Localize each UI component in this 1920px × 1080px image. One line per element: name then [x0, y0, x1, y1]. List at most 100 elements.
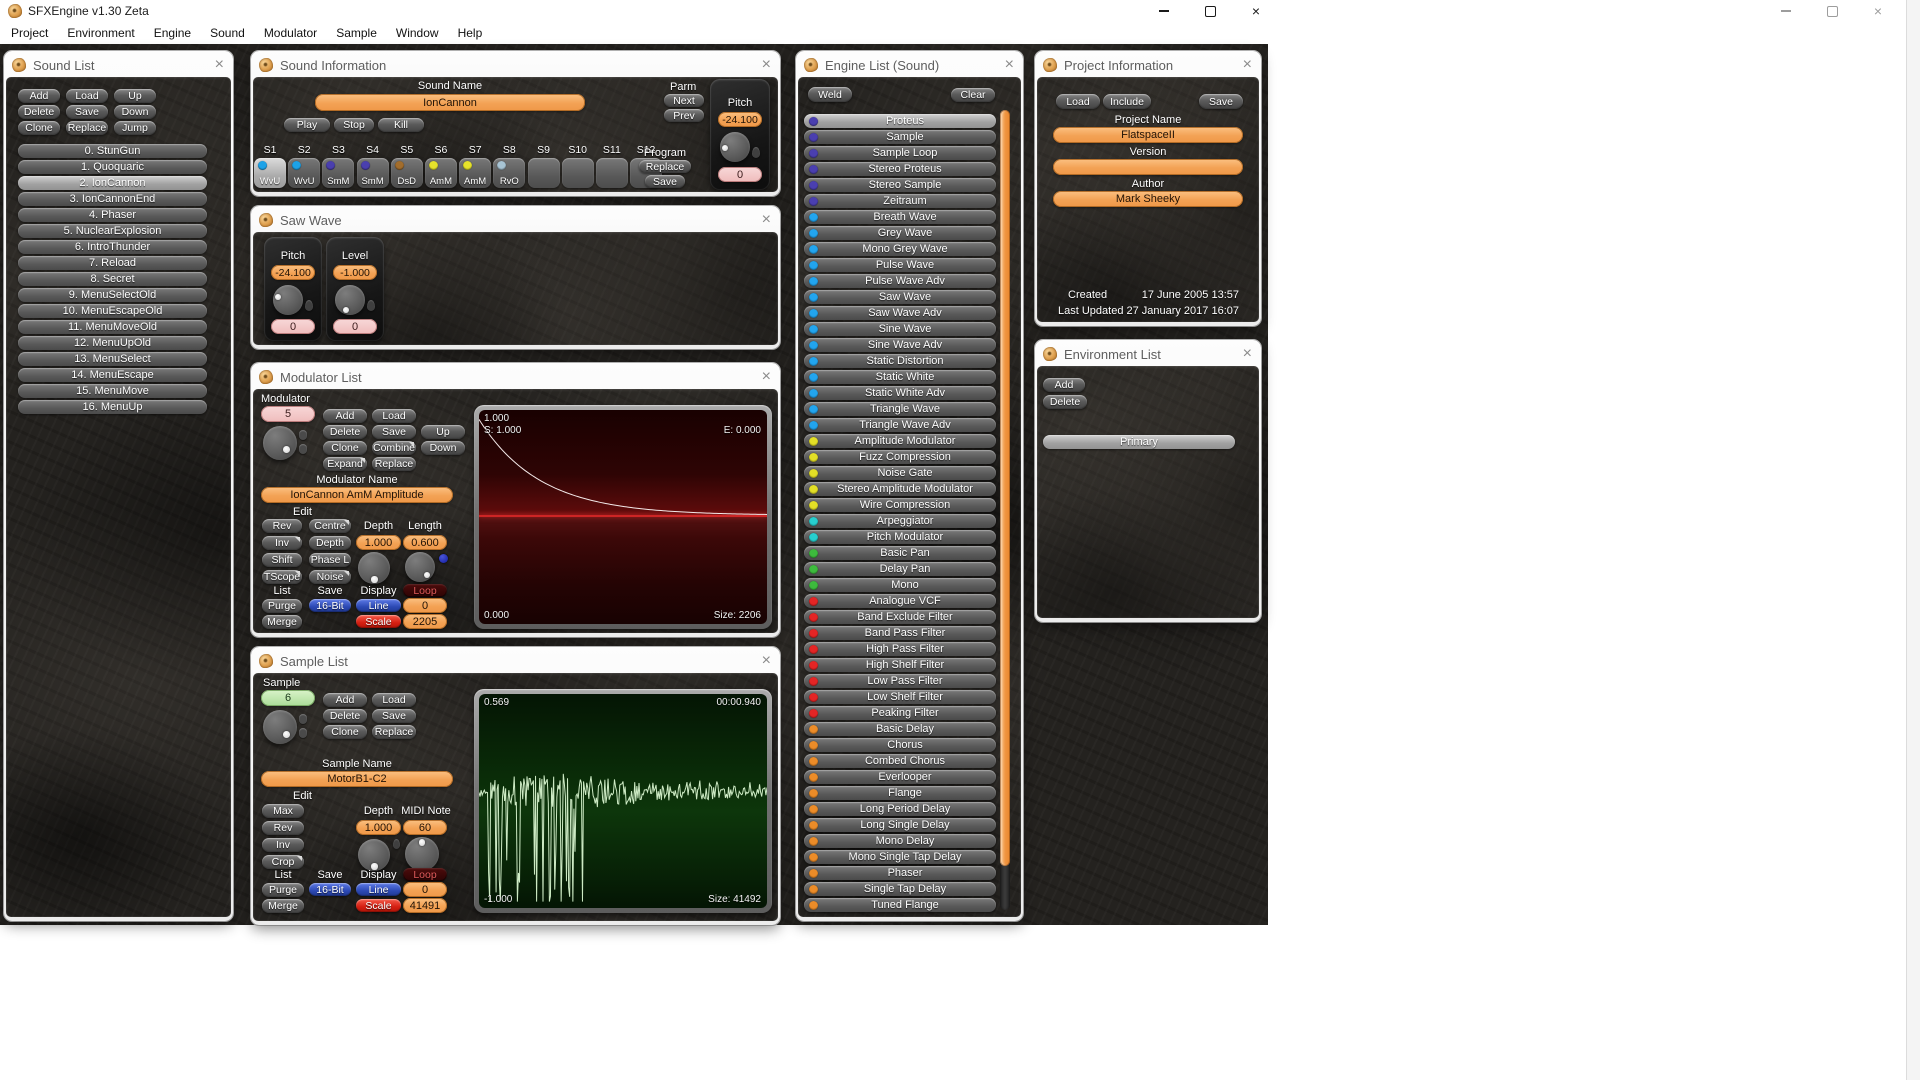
length-knob[interactable]: [405, 552, 435, 582]
sample-crop-button[interactable]: Crop: [262, 855, 304, 869]
menu-item[interactable]: Modulator: [261, 24, 320, 42]
depth-value-field[interactable]: 1.000: [356, 535, 401, 550]
sample-name-field[interactable]: MotorB1-C2: [261, 771, 453, 787]
project-name-field[interactable]: FlatspaceII: [1053, 127, 1243, 143]
sample-line-button[interactable]: Line: [356, 883, 401, 896]
modulator-expand-button[interactable]: Expand: [323, 457, 367, 471]
close-icon[interactable]: ×: [762, 653, 771, 669]
slot-box[interactable]: WvU: [288, 158, 320, 188]
modulator-noise-button[interactable]: Noise: [309, 570, 351, 584]
sample-purge-button[interactable]: Purge: [262, 883, 304, 897]
sound-slot[interactable]: S8RvO: [493, 144, 525, 188]
maximize-button[interactable]: [1189, 0, 1231, 22]
engine-list-item[interactable]: Stereo Amplitude Modulator: [804, 482, 996, 496]
sample-size-field[interactable]: 41491: [403, 898, 447, 913]
sound-slot[interactable]: S3SmM: [322, 144, 354, 188]
engine-list-item[interactable]: Delay Pan: [804, 562, 996, 576]
modulator-tscope-button[interactable]: TScope: [262, 570, 302, 584]
sample-list-titlebar[interactable]: Sample List ×: [253, 649, 778, 673]
saw-pitch-knob[interactable]: [273, 285, 303, 315]
sound-slot[interactable]: S11: [596, 144, 628, 188]
modulator-delete-button[interactable]: Delete: [323, 425, 367, 439]
list-item[interactable]: 6. IntroThunder: [18, 240, 207, 254]
list-item[interactable]: 8. Secret: [18, 272, 207, 286]
menu-item[interactable]: Sound: [207, 24, 248, 42]
engine-list-item[interactable]: Chorus: [804, 738, 996, 752]
author-field[interactable]: Mark Sheeky: [1053, 191, 1243, 207]
engine-list-item[interactable]: Pitch Modulator: [804, 530, 996, 544]
modulator-loop-value-field[interactable]: 0: [403, 598, 447, 613]
engine-list-item[interactable]: Mono Delay: [804, 834, 996, 848]
list-item[interactable]: 11. MenuMoveOld: [18, 320, 207, 334]
modulator-rev-button[interactable]: Rev: [262, 519, 302, 533]
engine-list-item[interactable]: Grey Wave: [804, 226, 996, 240]
environment-list-titlebar[interactable]: Environment List ×: [1037, 342, 1259, 366]
slot-box[interactable]: [562, 158, 594, 188]
sample-depth-field[interactable]: 1.000: [356, 820, 401, 835]
program-replace-button[interactable]: Replace: [639, 160, 691, 173]
engine-list-item[interactable]: Wire Compression: [804, 498, 996, 512]
modulator-down-button[interactable]: Down: [421, 441, 465, 455]
sample-add-button[interactable]: Add: [323, 693, 367, 707]
project-include-button[interactable]: Include: [1103, 94, 1151, 109]
list-item[interactable]: 2. IonCannon: [18, 176, 207, 190]
parm-next-button[interactable]: Next: [664, 94, 704, 107]
slot-box[interactable]: [528, 158, 560, 188]
list-item[interactable]: 10. MenuEscapeOld: [18, 304, 207, 318]
engine-list-item[interactable]: Peaking Filter: [804, 706, 996, 720]
sample-inv-button[interactable]: Inv: [262, 838, 304, 852]
list-item[interactable]: 15. MenuMove: [18, 384, 207, 398]
length-value-field[interactable]: 0.600: [403, 535, 447, 550]
close-icon[interactable]: ×: [762, 212, 771, 228]
modulator-envelope-scope[interactable]: 1.000 S: 1.000 E: 0.000 0.000 Size: 2206: [479, 410, 767, 624]
engine-list-item[interactable]: Phaser: [804, 866, 996, 880]
modulator-list-titlebar[interactable]: Modulator List ×: [253, 365, 778, 389]
background-minimize-button[interactable]: [1765, 0, 1807, 22]
modulator-scale-button[interactable]: Scale: [356, 615, 401, 628]
engine-list-item[interactable]: Static White Adv: [804, 386, 996, 400]
project-load-button[interactable]: Load: [1056, 94, 1100, 109]
engine-list-item[interactable]: Sine Wave Adv: [804, 338, 996, 352]
engine-list-item[interactable]: Everlooper: [804, 770, 996, 784]
project-save-button[interactable]: Save: [1199, 94, 1243, 109]
engine-list-item[interactable]: Amplitude Modulator: [804, 434, 996, 448]
sample-scale-button[interactable]: Scale: [356, 899, 401, 912]
sample-loop-button[interactable]: Loop: [403, 868, 447, 881]
modulator-up-button[interactable]: Up: [421, 425, 465, 439]
modulator-phase-button[interactable]: Phase L: [309, 553, 351, 567]
list-item[interactable]: Primary: [1043, 435, 1235, 449]
sound-slot[interactable]: S7AmM: [459, 144, 491, 188]
sound-slot[interactable]: S5DsD: [391, 144, 423, 188]
engine-list-item[interactable]: Band Pass Filter: [804, 626, 996, 640]
list-item[interactable]: 0. StunGun: [18, 144, 207, 158]
list-item[interactable]: 16. MenuUp: [18, 400, 207, 414]
engine-list-item[interactable]: Zeitraum: [804, 194, 996, 208]
list-item[interactable]: 12. MenuUpOld: [18, 336, 207, 350]
menu-item[interactable]: Engine: [151, 24, 194, 42]
menu-item[interactable]: Environment: [64, 24, 137, 42]
sample-delete-button[interactable]: Delete: [323, 709, 367, 723]
button[interactable]: Delete: [18, 105, 60, 119]
close-icon[interactable]: ×: [1243, 57, 1252, 73]
list-item[interactable]: 1. Quoquaric: [18, 160, 207, 174]
sample-merge-button[interactable]: Merge: [262, 899, 304, 913]
engine-list-titlebar[interactable]: Engine List (Sound) ×: [798, 53, 1021, 77]
sound-slot[interactable]: S9: [528, 144, 560, 188]
engine-list-item[interactable]: High Pass Filter: [804, 642, 996, 656]
project-information-titlebar[interactable]: Project Information ×: [1037, 53, 1259, 77]
sample-replace-button[interactable]: Replace: [372, 725, 416, 739]
engine-list-item[interactable]: Sample Loop: [804, 146, 996, 160]
button[interactable]: Jump: [114, 121, 156, 135]
sample-16bit-button[interactable]: 16-Bit: [309, 883, 351, 896]
modulator-add-button[interactable]: Add: [323, 409, 367, 423]
background-maximize-button[interactable]: [1811, 0, 1853, 22]
saw-level-knob[interactable]: [335, 285, 365, 315]
engine-list-item[interactable]: Flange: [804, 786, 996, 800]
engine-list-item[interactable]: Long Single Delay: [804, 818, 996, 832]
modulator-merge-button[interactable]: Merge: [262, 615, 302, 629]
modulator-shift-button[interactable]: Shift: [262, 553, 302, 567]
weld-button[interactable]: Weld: [808, 87, 852, 102]
saw-level-mod-field[interactable]: 0: [333, 319, 377, 334]
modulator-centre-button[interactable]: Centre: [309, 519, 351, 533]
engine-list-item[interactable]: Triangle Wave Adv: [804, 418, 996, 432]
